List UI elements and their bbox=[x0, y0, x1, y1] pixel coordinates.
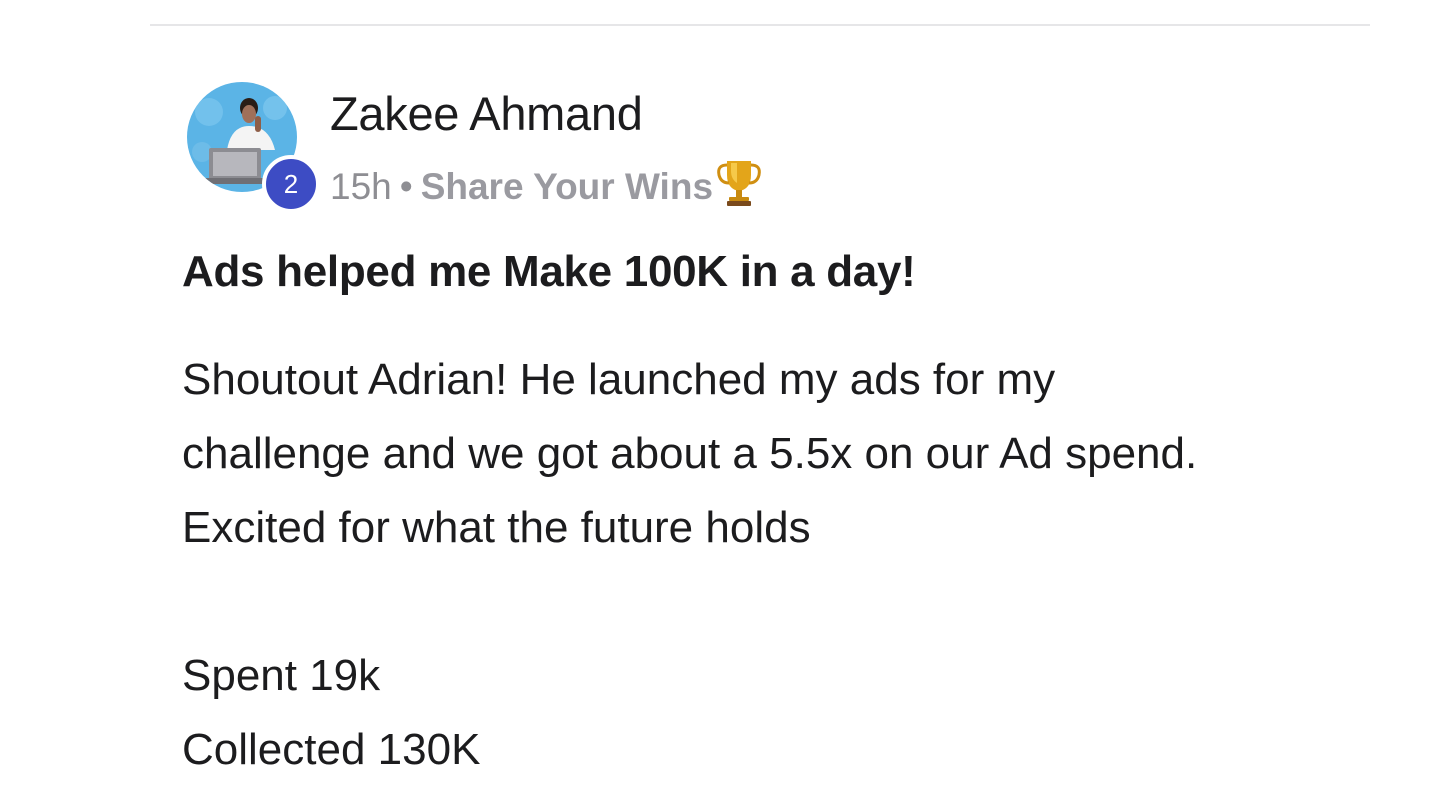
level-badge: 2 bbox=[262, 155, 320, 213]
post-time: 15h bbox=[330, 165, 392, 207]
post-body: Shoutout Adrian! He launched my ads for … bbox=[182, 343, 1362, 787]
author-avatar-wrap[interactable]: 2 bbox=[187, 82, 320, 213]
body-line: Shoutout Adrian! He launched my ads for … bbox=[182, 355, 1056, 404]
post-title: Ads helped me Make 100K in a day! bbox=[182, 247, 916, 296]
divider bbox=[150, 24, 1370, 26]
category-link[interactable]: Share Your Wins bbox=[421, 166, 713, 208]
author-name[interactable]: Zakee Ahmand bbox=[330, 86, 643, 141]
post-meta: 15h • Share Your Wins bbox=[330, 157, 763, 216]
body-line: challenge and we got about a 5.5x on our… bbox=[182, 429, 1198, 478]
post-header: 2 Zakee Ahmand 15h • Share Your Wins bbox=[182, 82, 1362, 217]
trophy-icon bbox=[715, 157, 763, 216]
stat-collected: Collected 130K bbox=[182, 725, 481, 774]
post-card-page: 2 Zakee Ahmand 15h • Share Your Wins Ads… bbox=[0, 0, 1440, 810]
stat-spent: Spent 19k bbox=[182, 651, 381, 700]
meta-separator: • bbox=[399, 165, 413, 207]
body-line: Excited for what the future holds bbox=[182, 503, 811, 552]
post[interactable]: 2 Zakee Ahmand 15h • Share Your Wins Ads… bbox=[182, 82, 1362, 787]
